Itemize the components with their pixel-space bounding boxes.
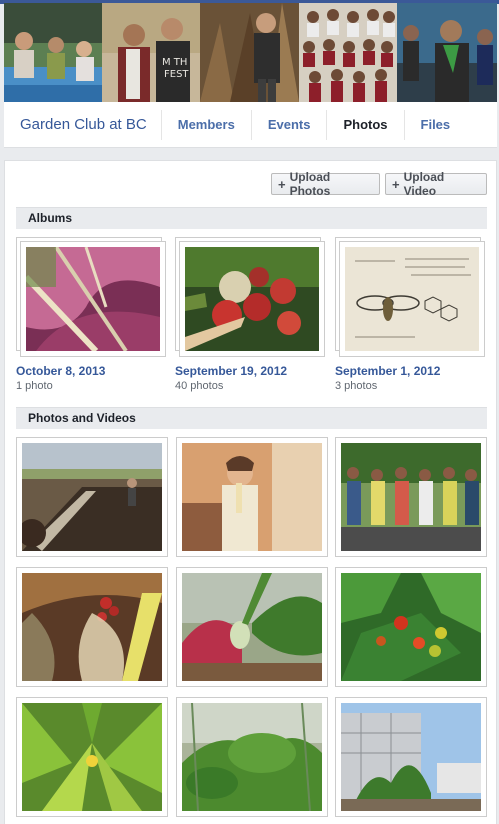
album-date-link[interactable]: September 19, 2012 — [175, 364, 287, 378]
upload-photos-label: Upload Photos — [289, 170, 331, 198]
photo-thumbnail[interactable] — [16, 697, 168, 817]
upload-video-label: Upload Video — [403, 170, 445, 198]
group-header-nav: Garden Club at BC Members Events Photos … — [4, 102, 497, 148]
photo-thumbnail[interactable] — [16, 437, 168, 557]
group-cover-photo[interactable]: M TH FEST — [4, 3, 497, 102]
album-cover[interactable] — [175, 237, 325, 357]
photo-thumbnail[interactable] — [176, 437, 328, 557]
photos-videos-section-header: Photos and Videos — [16, 407, 487, 429]
cover-photo-tile — [200, 3, 299, 102]
photos-card: + Upload Photos + Upload Video Albums Oc… — [4, 160, 497, 824]
album-photo-count: 3 photos — [335, 380, 378, 392]
tab-members[interactable]: Members — [162, 109, 252, 140]
svg-text:M TH: M TH — [162, 57, 187, 68]
cover-photo-tile — [299, 3, 397, 102]
plus-icon: + — [392, 176, 400, 192]
cover-photo-tile — [4, 3, 102, 102]
tab-files[interactable]: Files — [405, 110, 467, 140]
photo-thumbnail[interactable] — [335, 437, 487, 557]
album-photo-count: 40 photos — [175, 380, 224, 392]
album-date-link[interactable]: September 1, 2012 — [335, 364, 440, 378]
svg-text:FEST: FEST — [164, 69, 189, 80]
album-cover[interactable] — [335, 237, 485, 357]
cover-photo-tile — [397, 3, 497, 102]
album-photo-count: 1 photo — [16, 380, 53, 392]
tab-photos[interactable]: Photos — [327, 109, 405, 140]
photo-thumbnail[interactable] — [16, 567, 168, 687]
upload-video-button[interactable]: + Upload Video — [385, 170, 487, 198]
plus-icon: + — [278, 176, 286, 192]
photo-thumbnail[interactable] — [176, 567, 328, 687]
album-cover[interactable] — [16, 237, 166, 357]
photo-thumbnail[interactable] — [335, 697, 487, 817]
upload-photos-button[interactable]: + Upload Photos — [271, 170, 380, 198]
tab-events[interactable]: Events — [252, 109, 328, 140]
cover-photo-tile: M TH FEST — [102, 3, 200, 102]
photo-thumbnail[interactable] — [335, 567, 487, 687]
album-date-link[interactable]: October 8, 2013 — [16, 364, 105, 378]
albums-section-header: Albums — [16, 207, 487, 229]
group-name-link[interactable]: Garden Club at BC — [4, 109, 162, 140]
photo-thumbnail[interactable] — [176, 697, 328, 817]
